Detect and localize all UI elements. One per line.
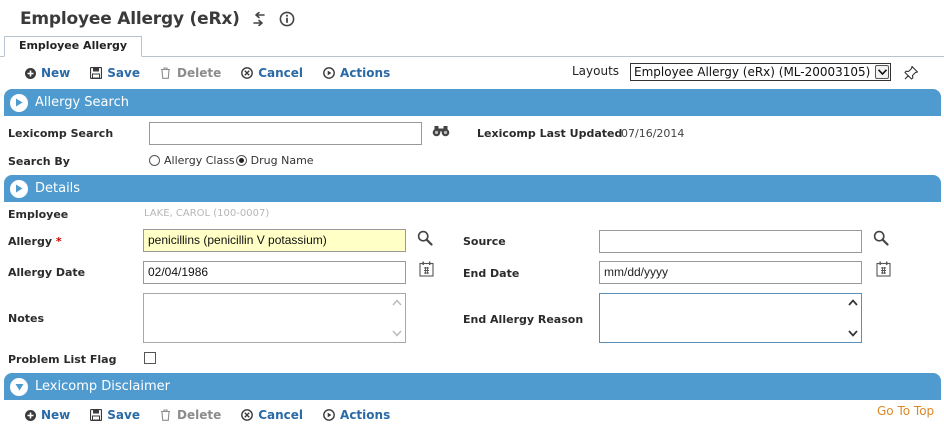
- calendar-icon[interactable]: [874, 260, 892, 278]
- delete-button-label: Delete: [176, 408, 222, 422]
- delete-button[interactable]: Delete: [160, 66, 221, 80]
- details-title: Details: [35, 181, 81, 196]
- actions-button[interactable]: Actions: [323, 66, 390, 80]
- search-icon[interactable]: [416, 229, 434, 247]
- layouts-group: Layouts: [572, 64, 635, 78]
- binoculars-icon[interactable]: [432, 122, 450, 140]
- lexicomp-last-updated-label: Lexicomp Last Updated: [477, 127, 623, 140]
- cancel-button[interactable]: Cancel: [241, 66, 303, 80]
- title-row: Employee Allergy (eRx): [20, 7, 296, 31]
- end-date-label: End Date: [463, 267, 520, 280]
- tab-employee-allergy[interactable]: Employee Allergy: [4, 36, 142, 57]
- delete-button[interactable]: Delete: [160, 408, 221, 422]
- radio-selected-dot: [238, 158, 244, 163]
- scroll-down-icon[interactable]: [848, 328, 858, 338]
- notes-scrollbar[interactable]: [390, 295, 404, 341]
- bottom-toolbar: New Save Delete Cancel Actions: [24, 406, 410, 424]
- cancel-button-label: Cancel: [258, 66, 304, 80]
- calendar-icon[interactable]: [417, 260, 435, 278]
- end-date-input[interactable]: mm/dd/yyyy: [599, 261, 862, 284]
- trash-icon: [160, 409, 172, 421]
- save-button[interactable]: Save: [90, 408, 140, 422]
- trash-icon: [160, 67, 172, 79]
- source-input[interactable]: [599, 230, 862, 253]
- save-button-label: Save: [107, 66, 140, 80]
- allergy-label-text: Allergy: [8, 235, 52, 248]
- scroll-down-icon[interactable]: [392, 328, 402, 338]
- pin-icon[interactable]: [903, 65, 919, 81]
- end-allergy-reason-textarea[interactable]: [599, 293, 862, 343]
- save-button-label: Save: [107, 408, 140, 422]
- allergy-date-label: Allergy Date: [8, 266, 86, 279]
- top-toolbar: New Save Delete Cancel Actions: [24, 64, 410, 82]
- chevron-down-icon: [875, 65, 889, 79]
- allergy-search-header[interactable]: Allergy Search: [4, 89, 941, 116]
- actions-button-label: Actions: [340, 66, 391, 80]
- tab-bar: Employee Allergy: [0, 36, 944, 57]
- actions-button[interactable]: Actions: [323, 408, 390, 422]
- search-icon[interactable]: [872, 229, 890, 247]
- end-allergy-reason-label: End Allergy Reason: [463, 313, 584, 326]
- radio-drug-name[interactable]: [235, 155, 247, 166]
- cancel-button-label: Cancel: [258, 408, 304, 422]
- allergy-date-input[interactable]: 02/04/1986: [143, 261, 406, 284]
- scroll-up-icon[interactable]: [848, 298, 858, 308]
- play-circle-icon: [323, 409, 335, 421]
- layouts-selected-value: Employee Allergy (eRx) (ML-20003105): [634, 65, 871, 79]
- save-button[interactable]: Save: [90, 66, 140, 80]
- notes-textarea[interactable]: [143, 293, 406, 343]
- back-arrow-icon[interactable]: [250, 10, 268, 28]
- allergy-search-title: Allergy Search: [35, 95, 129, 110]
- lexicomp-disclaimer-title: Lexicomp Disclaimer: [35, 379, 170, 394]
- info-icon[interactable]: [278, 10, 296, 28]
- details-header[interactable]: Details: [4, 175, 941, 202]
- lexicomp-search-input[interactable]: [149, 122, 422, 145]
- play-circle-icon: [323, 67, 335, 79]
- cancel-button[interactable]: Cancel: [241, 408, 303, 422]
- search-by-radio-group: Allergy Class Drug Name: [149, 154, 314, 167]
- actions-button-label: Actions: [340, 408, 391, 422]
- cancel-icon: [241, 409, 254, 421]
- notes-label: Notes: [8, 312, 45, 325]
- problem-list-flag-checkbox[interactable]: [144, 352, 156, 364]
- search-by-label: Search By: [8, 155, 70, 168]
- expand-arrow-icon: [10, 93, 28, 112]
- new-button[interactable]: New: [24, 408, 70, 422]
- page-title: Employee Allergy (eRx): [20, 9, 240, 29]
- delete-button-label: Delete: [176, 66, 222, 80]
- lexicomp-last-updated-value: 07/16/2014: [621, 127, 685, 140]
- scroll-up-icon[interactable]: [392, 298, 402, 308]
- expand-arrow-icon: [10, 179, 28, 198]
- lexicomp-disclaimer-header[interactable]: Lexicomp Disclaimer: [4, 373, 941, 400]
- allergy-label: Allergy *: [8, 235, 62, 248]
- layouts-select[interactable]: Employee Allergy (eRx) (ML-20003105): [630, 63, 891, 81]
- cancel-icon: [241, 67, 254, 79]
- allergy-input[interactable]: penicillins (penicillin V potassium): [143, 229, 406, 252]
- radio-allergy-class[interactable]: [149, 155, 160, 166]
- plus-icon: [24, 409, 36, 421]
- plus-icon: [24, 67, 36, 79]
- source-label: Source: [463, 235, 506, 248]
- floppy-icon: [90, 67, 103, 79]
- lexicomp-search-label: Lexicomp Search: [8, 127, 114, 140]
- go-to-top-link[interactable]: Go To Top: [877, 404, 934, 418]
- collapse-arrow-icon: [10, 377, 28, 396]
- new-button-label: New: [41, 66, 71, 80]
- end-reason-scrollbar[interactable]: [846, 295, 860, 341]
- employee-label: Employee: [8, 208, 69, 221]
- employee-value: LAKE, CAROL (100-0007): [144, 208, 270, 219]
- required-marker: *: [55, 235, 62, 248]
- layouts-label: Layouts: [572, 64, 620, 78]
- new-button-label: New: [41, 408, 71, 422]
- new-button[interactable]: New: [24, 66, 70, 80]
- radio-allergy-class-label: Allergy Class: [164, 154, 235, 167]
- radio-drug-name-label: Drug Name: [250, 154, 314, 167]
- problem-list-flag-label: Problem List Flag: [8, 353, 117, 366]
- floppy-icon: [90, 409, 103, 421]
